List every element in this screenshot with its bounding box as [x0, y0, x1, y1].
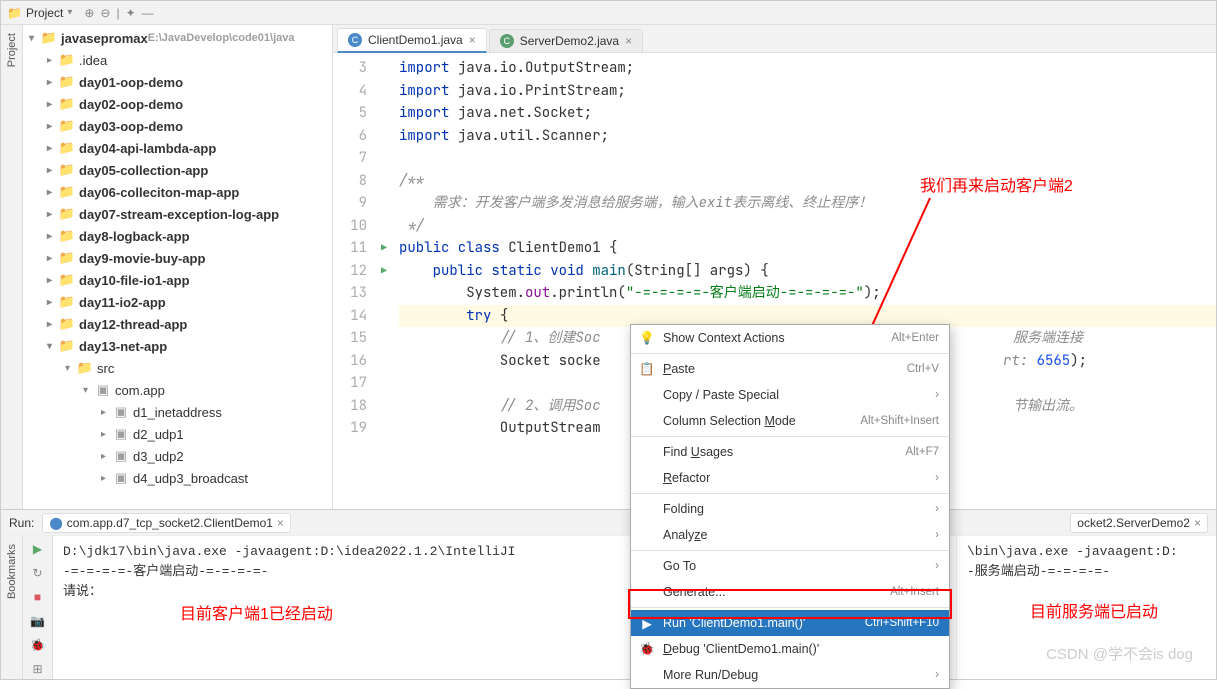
context-menu-item[interactable]: Column Selection ModeAlt+Shift+Insert: [631, 408, 949, 434]
tree-item[interactable]: ▸▣d3_udp2: [23, 445, 332, 467]
tree-item[interactable]: ▸📁day04-api-lambda-app: [23, 137, 332, 159]
context-menu-item[interactable]: Generate...Alt+Insert: [631, 579, 949, 605]
debug-button[interactable]: 🐞: [29, 636, 47, 654]
run-tab-server[interactable]: ocket2.ServerDemo2 ×: [1070, 513, 1208, 533]
context-menu-item[interactable]: More Run/Debug›: [631, 662, 949, 688]
camera-button[interactable]: 📷: [29, 612, 47, 630]
tree-item[interactable]: ▸📁day02-oop-demo: [23, 93, 332, 115]
tree-item[interactable]: ▾📁src: [23, 357, 332, 379]
layout-button[interactable]: ⊞: [29, 660, 47, 678]
chevron-down-icon: ▾: [67, 7, 72, 18]
expand-icon[interactable]: ⊕: [84, 6, 94, 20]
tree-item[interactable]: ▾▣com.app: [23, 379, 332, 401]
tree-item[interactable]: ▸📁.idea: [23, 49, 332, 71]
project-icon: 📁: [7, 6, 22, 20]
run-config-button[interactable]: ↻: [29, 564, 47, 582]
close-icon[interactable]: ×: [469, 33, 476, 47]
context-menu-item[interactable]: ▶Run 'ClientDemo1.main()'Ctrl+Shift+F10: [631, 610, 949, 636]
tree-item[interactable]: ▸📁day07-stream-exception-log-app: [23, 203, 332, 225]
run-tab-client[interactable]: ⬤ com.app.d7_tcp_socket2.ClientDemo1 ×: [42, 513, 291, 533]
tree-item[interactable]: ▸▣d2_udp1: [23, 423, 332, 445]
collapse-icon[interactable]: ⊖: [100, 6, 110, 20]
divider-icon: |: [116, 6, 119, 20]
run-tab-label: com.app.d7_tcp_socket2.ClientDemo1: [67, 516, 273, 530]
context-menu[interactable]: 💡Show Context ActionsAlt+Enter 📋PasteCtrl…: [630, 324, 950, 689]
project-label: Project: [26, 6, 63, 20]
console-line: \bin\java.exe -javaagent:D:: [967, 542, 1206, 562]
console-server[interactable]: \bin\java.exe -javaagent:D: -服务端启动-=-=-=…: [956, 536, 1216, 679]
run-panel: Run: ⬤ com.app.d7_tcp_socket2.ClientDemo…: [1, 509, 1216, 679]
editor-tabs: CClientDemo1.java×CServerDemo2.java×: [333, 25, 1216, 53]
run-gutter[interactable]: ▶▶: [375, 53, 393, 509]
context-menu-item[interactable]: 🐞Debug 'ClientDemo1.main()': [631, 636, 949, 662]
line-gutter: 345678910111213141516171819: [333, 53, 375, 509]
close-icon[interactable]: ×: [625, 34, 632, 48]
tree-item[interactable]: ▸📁day03-oop-demo: [23, 115, 332, 137]
bookmarks-strip: Bookmarks: [1, 536, 23, 679]
editor-tab[interactable]: CServerDemo2.java×: [489, 29, 643, 52]
project-dropdown[interactable]: 📁 Project ▾: [7, 6, 72, 20]
tree-item[interactable]: ▸📁day05-collection-app: [23, 159, 332, 181]
close-icon[interactable]: ×: [1194, 516, 1201, 530]
tree-item[interactable]: ▸📁day01-oop-demo: [23, 71, 332, 93]
context-menu-item[interactable]: Refactor›: [631, 465, 949, 491]
context-menu-item[interactable]: Copy / Paste Special›: [631, 382, 949, 408]
tree-item[interactable]: ▸📁day11-io2-app: [23, 291, 332, 313]
context-menu-item[interactable]: Find UsagesAlt+F7: [631, 439, 949, 465]
tree-root[interactable]: ▾📁javasepromax E:\JavaDevelop\code01\jav…: [23, 27, 332, 49]
tree-item[interactable]: ▸📁day12-thread-app: [23, 313, 332, 335]
rerun-button[interactable]: ▶: [29, 540, 47, 558]
tree-item[interactable]: ▸📁day06-colleciton-map-app: [23, 181, 332, 203]
context-menu-item[interactable]: Folding›: [631, 496, 949, 522]
toolbar: 📁 Project ▾ ⊕ ⊖ | ✦ —: [1, 1, 1216, 25]
tree-item[interactable]: ▸▣d1_inetaddress: [23, 401, 332, 423]
left-tool-strip: Project: [1, 25, 23, 509]
context-menu-item[interactable]: Analyze›: [631, 522, 949, 548]
gear-icon[interactable]: ✦: [126, 6, 136, 20]
context-menu-item[interactable]: Go To›: [631, 553, 949, 579]
hide-icon[interactable]: —: [142, 6, 154, 20]
run-toolbar: ▶ ↻ ■ 📷 🐞 ⊞: [23, 536, 53, 679]
tree-item[interactable]: ▾📁day13-net-app: [23, 335, 332, 357]
run-tab-label: ocket2.ServerDemo2: [1077, 516, 1190, 530]
run-tab-icon: ⬤: [49, 516, 62, 530]
tree-item[interactable]: ▸📁day9-movie-buy-app: [23, 247, 332, 269]
editor-tab[interactable]: CClientDemo1.java×: [337, 28, 487, 53]
close-icon[interactable]: ×: [277, 516, 284, 530]
context-menu-item[interactable]: 📋PasteCtrl+V: [631, 356, 949, 382]
bookmarks-label[interactable]: Bookmarks: [6, 544, 18, 599]
project-sidebar: ▾📁javasepromax E:\JavaDevelop\code01\jav…: [23, 25, 333, 509]
tree-item[interactable]: ▸▣d4_udp3_broadcast: [23, 467, 332, 489]
console-line: -服务端启动-=-=-=-=-: [967, 562, 1206, 582]
tree-item[interactable]: ▸📁day10-file-io1-app: [23, 269, 332, 291]
tree-item[interactable]: ▸📁day8-logback-app: [23, 225, 332, 247]
run-label: Run:: [9, 516, 34, 530]
context-menu-item[interactable]: 💡Show Context ActionsAlt+Enter: [631, 325, 949, 351]
stop-button[interactable]: ■: [29, 588, 47, 606]
project-tool-label[interactable]: Project: [6, 33, 18, 67]
